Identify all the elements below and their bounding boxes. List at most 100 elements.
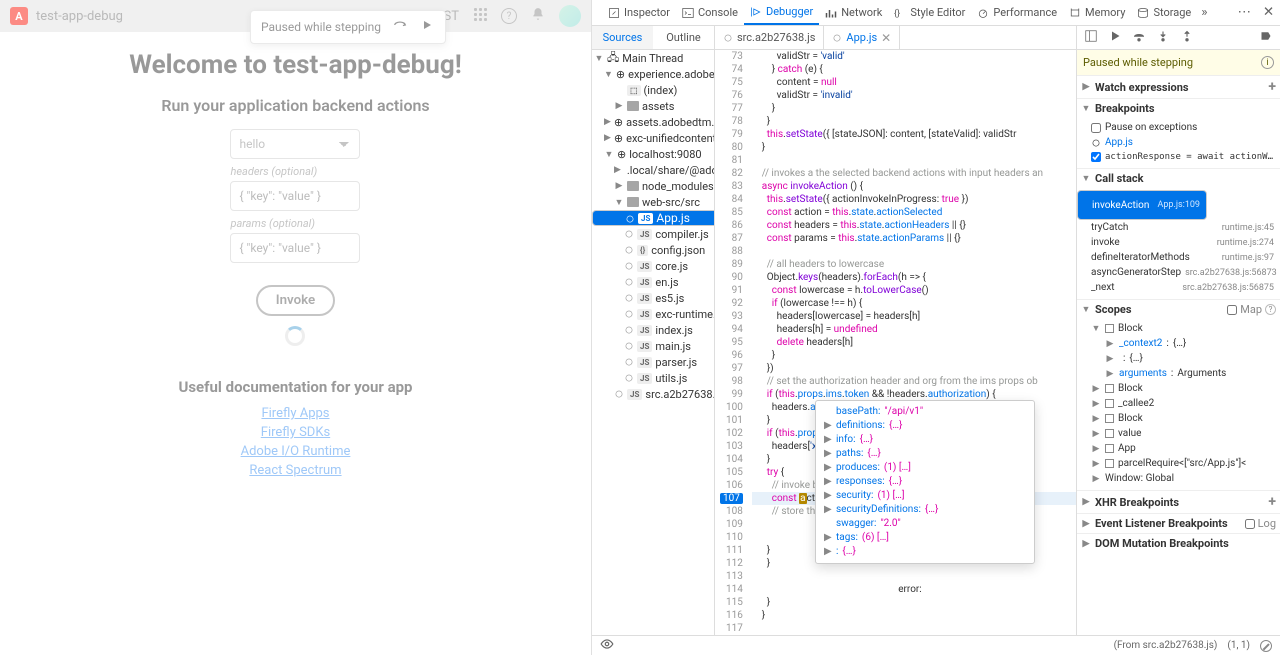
tree-item[interactable]: ▼🖧Main Thread (592, 50, 714, 66)
responsive-mode-icon[interactable] (1212, 3, 1216, 22)
deactivate-breakpoints-icon[interactable] (1258, 28, 1274, 48)
section-scopes[interactable]: ▼ScopesMap ? (1077, 299, 1280, 319)
callstack-frame[interactable]: asyncGeneratorStepsrc.a2b27638.js:56873 (1077, 265, 1280, 280)
scope-var[interactable]: ▶arguments: Arguments (1077, 366, 1280, 381)
pause-on-exceptions-row[interactable]: Pause on exceptions (1077, 120, 1280, 135)
tree-item[interactable]: JSen.js (592, 274, 714, 290)
resume-button[interactable] (419, 17, 435, 37)
tree-item[interactable]: {}config.json (592, 242, 714, 258)
scope-item[interactable]: ▶App (1077, 441, 1280, 456)
tree-item[interactable]: JSparser.js (592, 354, 714, 370)
tab-inspector[interactable]: Inspector (602, 0, 676, 25)
section-event-listener[interactable]: ▶Event Listener BreakpointsLog (1077, 513, 1280, 533)
toggle-sidebar-icon[interactable] (1083, 28, 1099, 48)
no-entry-icon[interactable] (1260, 640, 1272, 652)
editor-tab[interactable]: App.js✕ (824, 26, 900, 49)
app-switcher-icon[interactable] (473, 7, 487, 25)
tab-outline[interactable]: Outline (653, 26, 714, 49)
scope-item[interactable]: ▶parcelRequire<["src/App.js"]< (1077, 456, 1280, 471)
scope-item[interactable]: ▼Block (1077, 321, 1280, 336)
doc-link[interactable]: React Spectrum (178, 463, 412, 478)
headers-input[interactable] (230, 181, 360, 211)
tree-item[interactable]: JSindex.js (592, 322, 714, 338)
step-over-icon[interactable] (1131, 28, 1147, 48)
sources-tree[interactable]: ▼🖧Main Thread▼⊕experience.adobe.com⬚(ind… (592, 50, 714, 635)
tree-item[interactable]: ▶⊕exc-unifiedcontent.expe (592, 130, 714, 146)
doc-link[interactable]: Adobe I/O Runtime (178, 444, 412, 459)
tab-memory[interactable]: Memory (1063, 0, 1131, 25)
tree-item[interactable]: ▼web-src/src (592, 194, 714, 210)
tab-debugger[interactable]: Debugger (744, 0, 819, 25)
section-dom-mutation[interactable]: ▶DOM Mutation Breakpoints (1077, 533, 1280, 553)
tree-item[interactable]: ▼⊕experience.adobe.com (592, 66, 714, 82)
scope-item[interactable]: ▶_callee2 (1077, 396, 1280, 411)
add-watch-icon[interactable]: + (1268, 79, 1276, 95)
map-checkbox[interactable] (1227, 305, 1237, 315)
callstack-frame[interactable]: invokeruntime.js:274 (1077, 235, 1280, 250)
tree-item[interactable]: ⬚(index) (592, 82, 714, 98)
scope-var[interactable]: ▶_context2: {…} (1077, 336, 1280, 351)
tree-item[interactable]: JSutils.js (592, 370, 714, 386)
close-tab-icon[interactable]: ✕ (881, 31, 891, 45)
tree-item[interactable]: ▶node_modules (592, 178, 714, 194)
step-in-icon[interactable] (1155, 28, 1171, 48)
eye-icon[interactable] (600, 637, 614, 654)
tree-item[interactable]: ▶⊕assets.adobedtm.com (592, 114, 714, 130)
action-select[interactable]: hello (230, 129, 360, 159)
more-tabs-icon[interactable]: » (1199, 3, 1209, 22)
step-over-button[interactable] (391, 16, 409, 38)
iframe-picker-icon[interactable] (596, 3, 600, 22)
scope-item[interactable]: ▶value (1077, 426, 1280, 441)
tab-performance[interactable]: Performance (971, 0, 1063, 25)
scope-item[interactable]: ▶Block (1077, 411, 1280, 426)
info-icon[interactable]: i (1261, 56, 1274, 69)
tree-item[interactable]: JSexc-runtime.js (592, 306, 714, 322)
tree-item[interactable]: JSes5.js (592, 290, 714, 306)
tree-item[interactable]: JSmain.js (592, 338, 714, 354)
notifications-icon[interactable] (531, 7, 545, 25)
breakpoint-file-row[interactable]: App.js (1077, 135, 1280, 150)
tab-console[interactable]: Console (676, 0, 744, 25)
tree-item[interactable]: ▼⊕localhost:9080 (592, 146, 714, 162)
tree-item[interactable]: JSsrc.a2b27638.js (592, 386, 714, 402)
callstack-frame[interactable]: defineIteratorMethodsruntime.js:97 (1077, 250, 1280, 265)
doc-link[interactable]: Firefly Apps (178, 406, 412, 421)
section-watch[interactable]: ▶Watch expressions+ (1077, 75, 1280, 98)
breakpoint-checkbox[interactable] (1091, 152, 1101, 162)
help-icon[interactable]: ? (501, 8, 517, 24)
kebab-menu-icon[interactable]: ⋯ (1236, 3, 1253, 22)
tree-item[interactable]: ▶.local/share/@adobe/ (592, 162, 714, 178)
params-input[interactable] (230, 233, 360, 263)
section-breakpoints[interactable]: ▼Breakpoints (1077, 98, 1280, 118)
scope-var[interactable]: ▶: {…} (1077, 351, 1280, 366)
scope-item[interactable]: ▶Window: Global (1077, 471, 1280, 486)
callstack-frame[interactable]: invokeActionApp.js:109 (1077, 190, 1207, 220)
dock-side-icon[interactable] (1224, 3, 1228, 22)
add-xhr-icon[interactable]: + (1268, 494, 1276, 510)
tab-network[interactable]: Network (819, 0, 888, 25)
doc-link[interactable]: Firefly SDKs (178, 425, 412, 440)
log-checkbox[interactable] (1245, 519, 1255, 529)
help-icon[interactable]: ? (1265, 304, 1276, 315)
tab-style-editor[interactable]: {}Style Editor (888, 0, 971, 25)
tree-item[interactable]: JScompiler.js (592, 226, 714, 242)
tab-storage[interactable]: Storage (1131, 0, 1197, 25)
tree-item[interactable]: JScore.js (592, 258, 714, 274)
step-out-icon[interactable] (1179, 28, 1195, 48)
callstack-frame[interactable]: _nextsrc.a2b27638.js:56875 (1077, 280, 1280, 295)
close-devtools-icon[interactable]: ✕ (1261, 3, 1276, 22)
avatar[interactable] (559, 5, 581, 27)
section-callstack[interactable]: ▼Call stack (1077, 168, 1280, 188)
scope-item[interactable]: ▶Block (1077, 381, 1280, 396)
editor-tab[interactable]: src.a2b27638.js (715, 26, 824, 49)
pause-on-exceptions-checkbox[interactable] (1091, 123, 1101, 133)
invoke-button[interactable]: Invoke (256, 285, 335, 316)
gear-icon (624, 309, 634, 319)
section-xhr[interactable]: ▶XHR Breakpoints+ (1077, 490, 1280, 513)
breakpoint-line-row[interactable]: actionResponse = await actionW… 107:12 (1077, 150, 1280, 164)
tree-item[interactable]: JSApp.js (592, 210, 714, 226)
tab-sources[interactable]: Sources (592, 26, 653, 49)
tree-item[interactable]: ▶assets (592, 98, 714, 114)
resume-icon[interactable] (1107, 28, 1123, 48)
callstack-frame[interactable]: tryCatchruntime.js:45 (1077, 220, 1280, 235)
